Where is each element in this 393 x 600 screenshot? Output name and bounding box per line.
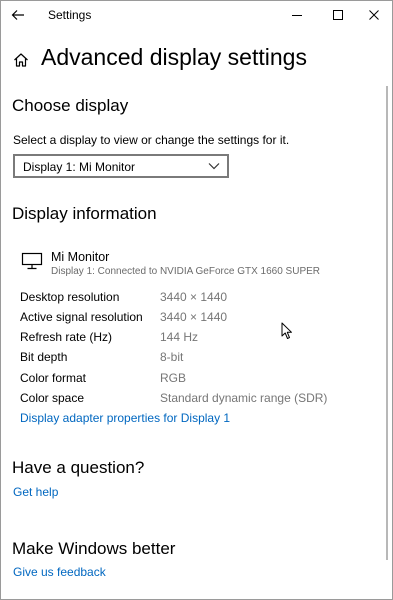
info-value: RGB xyxy=(160,371,187,385)
info-value: 144 Hz xyxy=(160,330,199,344)
info-label: Active signal resolution xyxy=(20,310,143,324)
back-arrow-icon[interactable] xyxy=(9,6,27,24)
info-label: Refresh rate (Hz) xyxy=(20,330,113,344)
close-button[interactable] xyxy=(354,0,393,30)
home-icon[interactable] xyxy=(12,51,30,69)
have-a-question-heading: Have a question? xyxy=(12,458,145,477)
scrollbar[interactable] xyxy=(386,86,388,560)
display-select-value: Display 1: Mi Monitor xyxy=(23,160,136,174)
info-value: 3440 × 1440 xyxy=(160,310,228,324)
chevron-down-icon xyxy=(208,163,220,170)
get-help-link[interactable]: Get help xyxy=(13,485,58,499)
make-windows-better-heading: Make Windows better xyxy=(12,539,176,558)
info-value: 3440 × 1440 xyxy=(160,290,228,304)
mouse-cursor-icon xyxy=(281,322,293,340)
title-bar: Settings xyxy=(0,0,393,30)
minimize-icon xyxy=(292,15,302,16)
display-select[interactable]: Display 1: Mi Monitor xyxy=(13,154,229,178)
info-label: Bit depth xyxy=(20,350,68,364)
maximize-icon xyxy=(333,10,343,20)
info-label: Color space xyxy=(20,391,85,405)
info-label: Desktop resolution xyxy=(20,290,120,304)
monitor-connection: Display 1: Connected to NVIDIA GeForce G… xyxy=(51,266,321,277)
window-title: Settings xyxy=(48,8,92,22)
info-value: Standard dynamic range (SDR) xyxy=(160,391,328,405)
display-information-heading: Display information xyxy=(12,204,157,223)
choose-display-instruction: Select a display to view or change the s… xyxy=(13,133,290,147)
monitor-icon xyxy=(21,252,43,270)
give-feedback-link[interactable]: Give us feedback xyxy=(13,565,106,579)
minimize-button[interactable] xyxy=(277,0,317,30)
display-adapter-properties-link[interactable]: Display adapter properties for Display 1 xyxy=(20,411,230,425)
info-value: 8-bit xyxy=(160,350,184,364)
maximize-button[interactable] xyxy=(318,0,358,30)
close-icon xyxy=(369,10,379,20)
choose-display-heading: Choose display xyxy=(12,96,129,115)
info-label: Color format xyxy=(20,371,87,385)
page-title: Advanced display settings xyxy=(41,44,307,70)
monitor-name: Mi Monitor xyxy=(51,250,110,264)
